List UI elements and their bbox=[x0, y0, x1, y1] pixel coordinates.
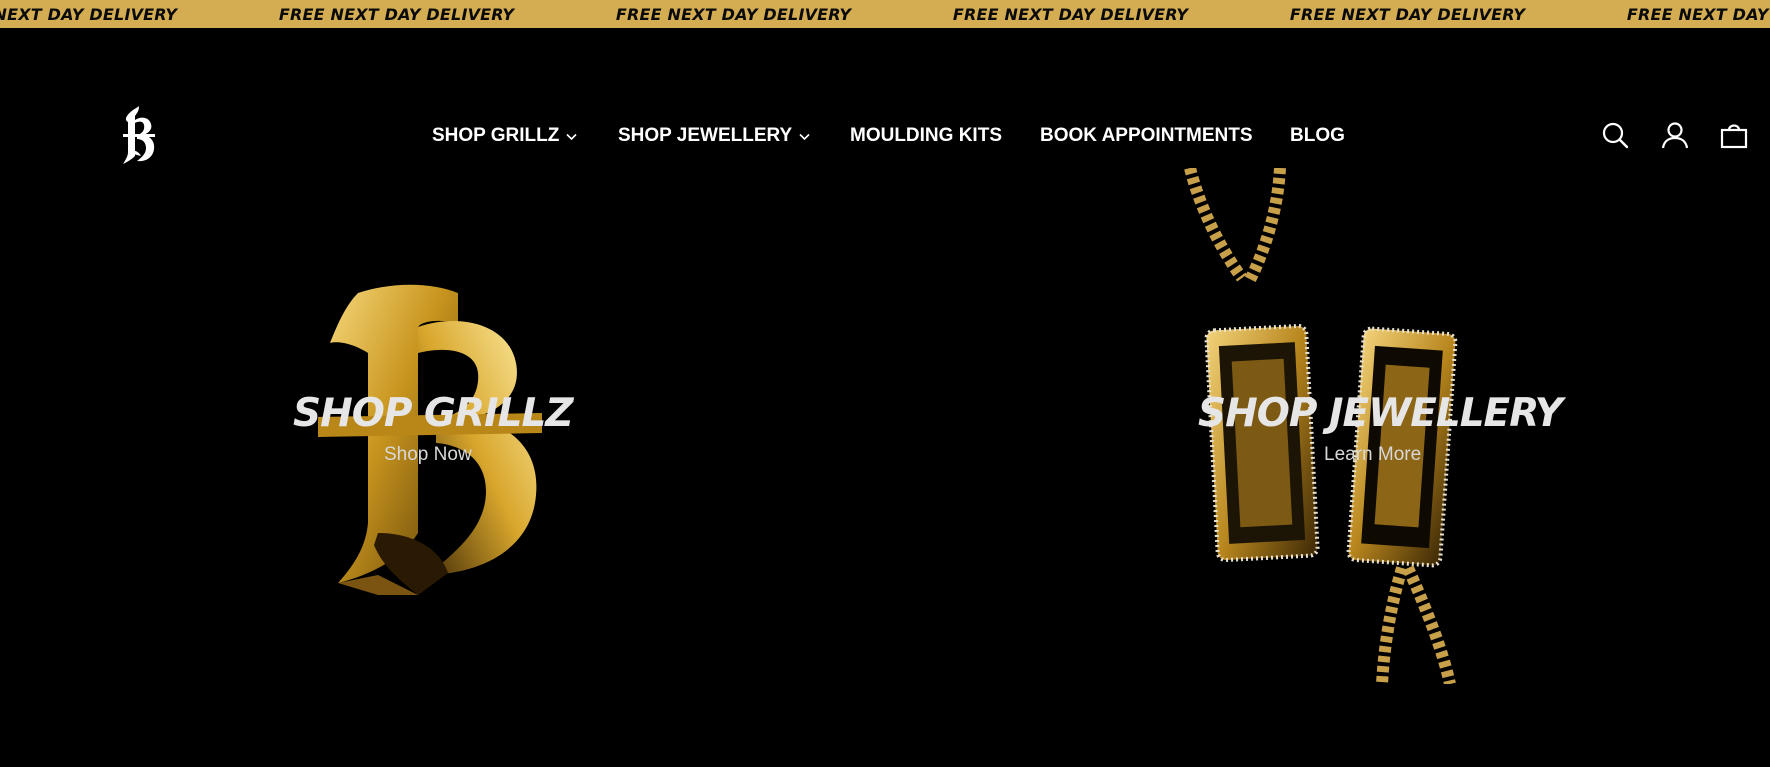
nav-book-appointments[interactable]: BOOK APPOINTMENTS bbox=[1040, 124, 1253, 148]
nav-blog[interactable]: BLOG bbox=[1290, 124, 1345, 148]
announcement-text: FREE NEXT DAY DELIVERY bbox=[0, 4, 178, 24]
announcement-text: FREE NEXT DAY DELIVERY bbox=[278, 4, 515, 24]
chevron-down-icon bbox=[566, 133, 577, 140]
account-icon[interactable] bbox=[1661, 121, 1689, 149]
hero-title-grillz: SHOP GRILLZ bbox=[293, 391, 574, 436]
announcement-text: FREE NEXT DAY DELIVERY bbox=[1289, 4, 1526, 24]
nav-shop-grillz[interactable]: SHOP GRILLZ bbox=[432, 124, 578, 148]
hero-panel-jewellery[interactable]: SHOP JEWELLERY Learn More bbox=[900, 168, 1770, 728]
nav-shop-jewellery[interactable]: SHOP JEWELLERY bbox=[618, 124, 811, 148]
nav-label: MOULDING KITS bbox=[850, 125, 1002, 146]
nav-label: SHOP JEWELLERY bbox=[618, 125, 793, 146]
announcement-text: FREE NEXT DAY DELIVERY bbox=[952, 4, 1189, 24]
announcement-track: FREE NEXT DAY DELIVERY FREE NEXT DAY DEL… bbox=[0, 0, 1770, 28]
chevron-down-icon bbox=[799, 133, 810, 140]
announcement-bar: FREE NEXT DAY DELIVERY FREE NEXT DAY DEL… bbox=[0, 0, 1770, 28]
announcement-text: FREE NEXT DAY DELIVERY bbox=[1626, 4, 1770, 24]
nav-moulding-kits[interactable]: MOULDING KITS bbox=[850, 124, 1002, 148]
search-icon[interactable] bbox=[1601, 121, 1629, 149]
gold-monogram-grillz-image bbox=[318, 284, 542, 595]
shop-now-link[interactable]: Shop Now bbox=[384, 444, 472, 466]
nav-label: BLOG bbox=[1290, 125, 1345, 146]
nav-label: BOOK APPOINTMENTS bbox=[1040, 125, 1253, 146]
announcement-text: FREE NEXT DAY DELIVERY bbox=[615, 4, 852, 24]
hero-title-jewellery: SHOP JEWELLERY bbox=[1198, 391, 1563, 436]
nav-label: SHOP GRILLZ bbox=[432, 125, 560, 146]
main-nav: SHOP GRILLZ SHOP JEWELLERY MOULDING KITS… bbox=[0, 124, 1770, 148]
cart-icon[interactable] bbox=[1720, 121, 1748, 149]
learn-more-link[interactable]: Learn More bbox=[1324, 444, 1421, 466]
hero-panel-grillz[interactable]: SHOP GRILLZ Shop Now bbox=[0, 168, 860, 728]
